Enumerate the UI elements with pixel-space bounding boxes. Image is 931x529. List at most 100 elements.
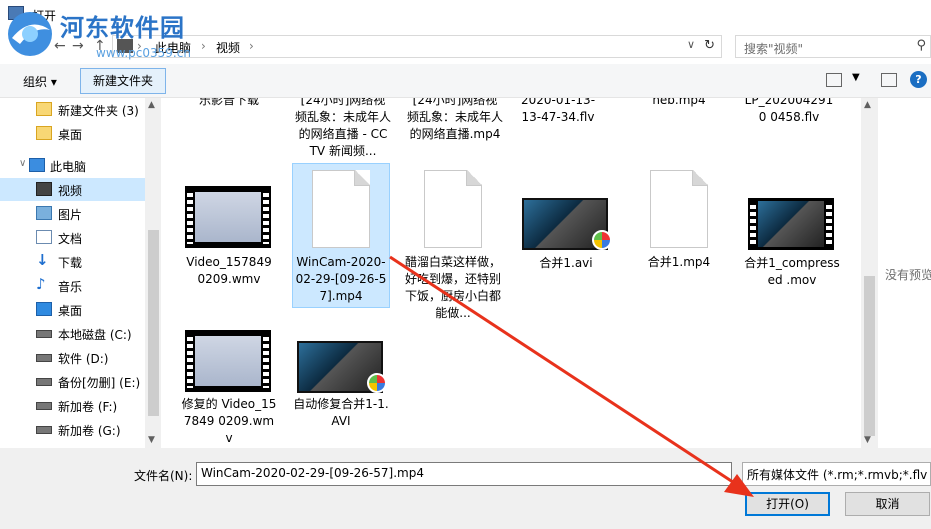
chevron-down-icon[interactable]: ∨ bbox=[19, 158, 26, 169]
file-icon bbox=[312, 170, 370, 248]
filename-label: 文件名(N): bbox=[134, 469, 193, 483]
film-holes bbox=[263, 334, 269, 388]
file-item[interactable]: 合并1.avi bbox=[518, 198, 614, 278]
sidebar-item-label: 桌面 bbox=[58, 304, 83, 318]
file-item[interactable]: heb.mp4 bbox=[631, 98, 727, 109]
view-options-icon[interactable] bbox=[826, 73, 842, 87]
drive-icon bbox=[36, 426, 52, 434]
file-item[interactable]: 乐影音下载 bbox=[181, 98, 277, 109]
file-name: WinCam-2020-02-29-[09-26-57].mp4 bbox=[295, 255, 387, 303]
film-holes bbox=[826, 202, 832, 246]
file-name: [24小时]网络视频乱象：未成年人的网络直播.mp4 bbox=[407, 98, 504, 141]
sidebar-item-label: 下载 bbox=[58, 256, 83, 270]
sidebar-item-label: 新建文件夹 (3) bbox=[58, 104, 139, 118]
doc-fold bbox=[354, 170, 370, 186]
sidebar-item-drive-c[interactable]: 本地磁盘 (C:) bbox=[0, 322, 145, 345]
video-thumbnail bbox=[748, 198, 834, 250]
filename-input[interactable]: WinCam-2020-02-29-[09-26-57].mp4 bbox=[196, 462, 732, 486]
sidebar-item-videos[interactable]: 视频 bbox=[0, 178, 145, 201]
forward-button[interactable]: → bbox=[72, 38, 84, 54]
sidebar-item-pictures[interactable]: 图片 bbox=[0, 202, 145, 225]
folder-icon bbox=[36, 126, 52, 140]
sidebar-item-label: 视频 bbox=[58, 184, 83, 198]
sidebar-item-documents[interactable]: 文档 bbox=[0, 226, 145, 249]
search-input[interactable]: 搜索"视频" ⚲ bbox=[735, 35, 931, 58]
sidebar-item-drive-f[interactable]: 新加卷 (F:) bbox=[0, 394, 145, 417]
chevron-down-icon[interactable]: ∨ bbox=[687, 38, 695, 51]
document-icon bbox=[36, 230, 52, 244]
content-scrollbar[interactable]: ▲ ▼ bbox=[861, 98, 878, 448]
file-item[interactable]: LP_2020042910 0458.flv bbox=[744, 98, 834, 126]
music-icon: ♪ bbox=[36, 275, 46, 293]
scroll-up-icon[interactable]: ▲ bbox=[864, 100, 871, 110]
file-name: 2020-01-13-13-47-34.flv bbox=[520, 98, 596, 124]
search-icon: ⚲ bbox=[916, 38, 926, 53]
address-bar[interactable]: › 此电脑 › 视频 › ∨ ↻ bbox=[112, 35, 722, 58]
command-toolbar: 组织 ▾ 新建文件夹 ▼ ? bbox=[0, 64, 931, 98]
sidebar-item-drive-d[interactable]: 软件 (D:) bbox=[0, 346, 145, 369]
sidebar-item-desktop[interactable]: 桌面 bbox=[0, 298, 145, 321]
breadcrumb-videos[interactable]: 视频 bbox=[216, 39, 240, 56]
refresh-icon[interactable]: ↻ bbox=[704, 38, 715, 53]
film-holes bbox=[263, 190, 269, 244]
doc-fold bbox=[692, 170, 708, 186]
film-holes bbox=[750, 202, 756, 246]
file-name: 合并1.mp4 bbox=[647, 255, 711, 269]
organize-button[interactable]: 组织 ▾ bbox=[23, 73, 57, 90]
chevron-down-icon[interactable]: ▼ bbox=[852, 72, 860, 83]
sidebar-scroll-thumb[interactable] bbox=[148, 230, 159, 416]
folder-icon bbox=[36, 102, 52, 116]
video-icon bbox=[36, 182, 52, 196]
file-icon bbox=[424, 170, 482, 248]
file-item[interactable]: [24小时]网络视频乱象：未成年人的网络直播 - CCTV 新闻频... bbox=[295, 98, 391, 160]
file-item[interactable]: 合并1.mp4 bbox=[631, 170, 727, 280]
file-item[interactable]: Video_157849 0209.wmv bbox=[181, 186, 277, 298]
file-name: 合并1.avi bbox=[539, 256, 593, 270]
sidebar-item-desktop-folder[interactable]: 桌面 bbox=[0, 122, 145, 145]
sidebar-item-drive-e[interactable]: 备份[勿删] (E:) bbox=[0, 370, 145, 393]
film-holes bbox=[187, 334, 193, 388]
chevron-right-icon: › bbox=[249, 39, 254, 53]
cancel-button[interactable]: 取消 bbox=[845, 492, 930, 516]
sidebar-item-label: 文档 bbox=[58, 232, 83, 246]
sidebar-item-new-folder[interactable]: 新建文件夹 (3) bbox=[0, 98, 145, 121]
content-scroll-thumb[interactable] bbox=[864, 276, 875, 436]
sidebar-item-label: 新加卷 (F:) bbox=[58, 400, 118, 414]
file-item[interactable]: 自动修复合并1-1.AVI bbox=[293, 341, 389, 431]
back-button[interactable]: ← bbox=[54, 38, 66, 54]
file-item[interactable]: 醋溜白菜这样做，好吃到爆，还特别下饭，厨房小白都能做... bbox=[405, 170, 501, 320]
preview-pane-icon[interactable] bbox=[881, 73, 897, 87]
breadcrumb-this-pc[interactable]: 此电脑 bbox=[155, 39, 191, 56]
help-icon[interactable]: ? bbox=[910, 71, 927, 88]
video-thumbnail bbox=[185, 186, 271, 248]
scroll-up-icon[interactable]: ▲ bbox=[148, 100, 155, 110]
drive-icon bbox=[36, 354, 52, 362]
open-button[interactable]: 打开(O) bbox=[745, 492, 830, 516]
video-thumbnail bbox=[185, 330, 271, 392]
file-item[interactable]: 修复的 Video_157849 0209.wmv bbox=[181, 330, 277, 448]
file-item[interactable]: 2020-01-13-13-47-34.flv bbox=[518, 98, 598, 126]
video-folder-icon bbox=[117, 39, 133, 53]
file-type-select[interactable]: 所有媒体文件 (*.rm;*.rmvb;*.flv bbox=[742, 462, 931, 486]
drive-icon bbox=[36, 330, 52, 338]
sidebar-item-label: 图片 bbox=[58, 208, 83, 222]
doc-fold bbox=[466, 170, 482, 186]
file-item-selected[interactable]: WinCam-2020-02-29-[09-26-57].mp4 bbox=[292, 163, 390, 308]
up-button[interactable]: ↑ bbox=[94, 38, 106, 54]
sidebar-item-downloads[interactable]: ↓ 下载 bbox=[0, 250, 145, 273]
sidebar-item-label: 音乐 bbox=[58, 280, 83, 294]
sidebar-item-this-pc[interactable]: ∨ 此电脑 bbox=[0, 154, 145, 177]
file-name: LP_2020042910 0458.flv bbox=[744, 98, 834, 124]
file-item[interactable]: 合并1_compressed .mov bbox=[744, 198, 840, 308]
scroll-down-icon[interactable]: ▼ bbox=[148, 435, 155, 445]
scroll-down-icon[interactable]: ▼ bbox=[864, 435, 871, 445]
thumbnail-image bbox=[758, 201, 824, 247]
file-item[interactable]: [24小时]网络视频乱象：未成年人的网络直播.mp4 bbox=[407, 98, 503, 143]
new-folder-button[interactable]: 新建文件夹 bbox=[80, 68, 166, 94]
desktop-icon bbox=[36, 302, 52, 316]
sidebar-item-drive-g[interactable]: 新加卷 (G:) bbox=[0, 418, 145, 441]
dialog-footer: 文件名(N): WinCam-2020-02-29-[09-26-57].mp4… bbox=[0, 448, 931, 529]
sidebar-item-music[interactable]: ♪ 音乐 bbox=[0, 274, 145, 297]
drive-icon bbox=[36, 378, 52, 386]
sidebar-scrollbar[interactable]: ▲ ▼ bbox=[145, 98, 162, 448]
